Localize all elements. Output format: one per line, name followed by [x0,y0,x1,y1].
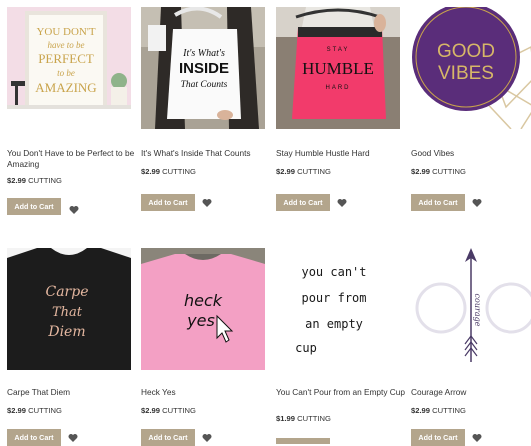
product-price: $2.99 CUTTING [7,176,62,185]
product-price: $2.99 CUTTING [141,167,196,176]
add-to-cart-button[interactable] [276,438,330,444]
image-text: pour from [301,291,366,305]
image-text: That [52,305,83,320]
product-image[interactable]: heck yes [141,248,265,370]
image-text: cup [295,341,317,355]
image-text: GOOD [437,41,495,62]
product-image[interactable]: courage [411,248,531,370]
add-to-cart-button[interactable]: Add to Cart [141,429,195,446]
product-type: CUTTING [432,167,466,176]
product-type: CUTTING [297,167,331,176]
image-text: PERFECT [38,51,94,66]
product-image[interactable]: you can't pour from an empty cup [276,248,400,370]
product-type: CUTTING [28,176,62,185]
price-value: $2.99 [7,406,27,415]
price-value: $2.99 [7,176,27,185]
product-type: CUTTING [432,406,466,415]
image-text: you can't [301,265,366,279]
product-title[interactable]: You Can't Pour from an Empty Cup [276,387,406,398]
price-value: $2.99 [411,167,431,176]
heart-icon[interactable] [472,433,482,443]
heart-icon[interactable] [202,433,212,443]
image-text: That Counts [181,80,228,90]
add-to-cart-button[interactable]: Add to Cart [411,429,465,446]
heart-icon[interactable] [472,198,482,208]
product-type: CUTTING [162,167,196,176]
price-value: $2.99 [276,167,296,176]
image-text: to be [57,68,75,78]
price-value: $2.99 [141,406,161,415]
image-text: YOU DON'T [36,26,95,38]
heart-icon[interactable] [68,433,78,443]
image-text: Diem [47,324,85,340]
image-text: have to be [48,40,85,50]
product-image[interactable]: It's What's INSIDE That Counts [141,7,265,129]
price-value: $2.99 [141,167,161,176]
add-to-cart-button[interactable]: Add to Cart [276,194,330,211]
image-text: HUMBLE [302,59,374,78]
image-text: It's What's [182,48,225,59]
product-title[interactable]: Stay Humble Hustle Hard [276,148,406,159]
product-image[interactable]: YOU DON'T have to be PERFECT to be AMAZI… [7,7,131,129]
product-image[interactable]: GOOD VIBES [411,7,531,129]
product-title[interactable]: You Don't Have to be Perfect to be Amazi… [7,148,137,169]
product-type: CUTTING [297,414,331,423]
price-value: $1.99 [276,414,296,423]
add-to-cart-button[interactable]: Add to Cart [141,194,195,211]
price-value: $2.99 [411,406,431,415]
heart-icon[interactable] [337,198,347,208]
product-image[interactable]: STAY HUMBLE HARD [276,7,400,129]
product-price: $2.99 CUTTING [7,406,62,415]
image-text: AMAZING [35,80,96,95]
image-text: HARD [325,85,350,91]
image-text: Carpe [46,284,89,300]
heart-icon[interactable] [69,205,79,215]
add-to-cart-button[interactable]: Add to Cart [7,429,61,446]
add-to-cart-button[interactable]: Add to Cart [7,198,61,215]
product-price: $2.99 CUTTING [411,167,466,176]
image-text: heck [184,291,223,310]
product-title[interactable]: Heck Yes [141,387,271,398]
heart-icon[interactable] [202,198,212,208]
product-title[interactable]: Courage Arrow [411,387,531,398]
product-title[interactable]: Good Vibes [411,148,531,159]
product-title[interactable]: It's What's Inside That Counts [141,148,271,159]
image-text: yes [186,311,215,330]
product-price: $2.99 CUTTING [411,406,466,415]
image-text: courage [473,294,482,327]
image-text: INSIDE [179,60,229,77]
product-type: CUTTING [28,406,62,415]
add-to-cart-button[interactable]: Add to Cart [411,194,465,211]
product-type: CUTTING [162,406,196,415]
product-image[interactable]: Carpe That Diem [7,248,131,370]
image-text: an empty [305,317,363,331]
image-text: VIBES [438,63,494,84]
product-price: $2.99 CUTTING [276,167,331,176]
product-price: $2.99 CUTTING [141,406,196,415]
product-grid: YOU DON'T have to be PERFECT to be AMAZI… [0,0,531,446]
image-text: STAY [327,47,350,53]
product-title[interactable]: Carpe That Diem [7,387,137,398]
product-price: $1.99 CUTTING [276,414,331,423]
